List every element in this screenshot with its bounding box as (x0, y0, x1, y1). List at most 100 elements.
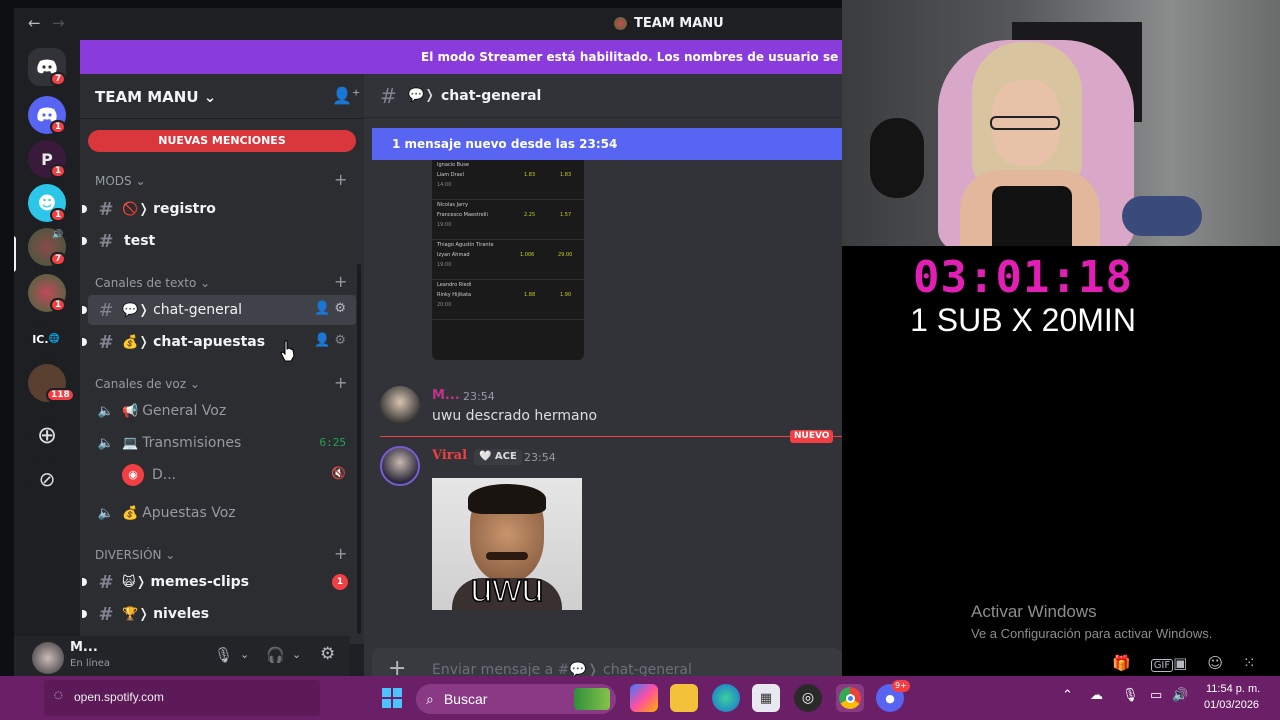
invite-settings-icons[interactable]: 👤⚙ (314, 301, 350, 316)
microphone-icon[interactable]: 🎙 (214, 646, 233, 664)
avatar[interactable] (380, 446, 420, 486)
player-name: Ignacio Buse (437, 162, 469, 168)
channel-test[interactable]: # test (82, 226, 356, 256)
category-voice-channels[interactable]: Canales de voz ⌄ (95, 377, 200, 391)
user-name[interactable]: M... (70, 640, 98, 655)
meme-image[interactable]: uwu (432, 478, 582, 610)
microsoft-store-icon[interactable]: ▦ (752, 684, 780, 712)
channel-registro[interactable]: # 🚫❭ registro (82, 194, 356, 224)
category-mods[interactable]: MODS ⌄ (95, 174, 146, 188)
edge-browser-icon[interactable] (712, 684, 740, 712)
match-time: 14:00 (437, 182, 452, 188)
hash-icon: # (98, 331, 114, 353)
new-messages-bar[interactable]: 1 mensaje nuevo desde las 23:54 (372, 128, 842, 160)
avatar[interactable] (380, 386, 420, 426)
explore-compass-icon[interactable]: ⊘ (28, 460, 66, 498)
channel-label: chat-apuestas (153, 334, 266, 350)
clock-date[interactable]: 01/03/2026 (1204, 699, 1259, 711)
file-explorer-icon[interactable] (670, 684, 698, 712)
sidebar-scrollbar[interactable] (357, 264, 361, 634)
spotify-url: open.spotify.com (74, 690, 164, 704)
gif-icon[interactable]: GIF (1150, 659, 1174, 672)
add-channel-icon[interactable]: + (334, 272, 347, 291)
channel-chat-apuestas[interactable]: # 💰❭ chat-apuestas 👤⚙ (82, 327, 356, 357)
spotify-thumbnail[interactable]: ◌ open.spotify.com (44, 680, 320, 716)
invite-people-icon[interactable]: 👤⁺ (332, 86, 360, 105)
category-text-channels[interactable]: Canales de texto ⌄ (95, 276, 210, 290)
ic-server-icon[interactable]: IC. 🌐 (24, 320, 68, 358)
bed-blanket (1122, 196, 1202, 236)
top-shape (992, 186, 1072, 246)
category-diversion[interactable]: DIVERSIÓN ⌄ (95, 548, 175, 562)
add-channel-icon[interactable]: + (334, 373, 347, 392)
obs-icon[interactable]: ◎ (794, 684, 822, 712)
player-name: Izyan Ahmad (437, 252, 470, 258)
network-icon[interactable]: ▭ (1150, 688, 1162, 703)
chevron-down-icon[interactable]: ⌄ (240, 648, 249, 661)
channel-emoji: 💰 (122, 505, 139, 521)
voice-participant[interactable]: ◉ D... 🔇 (88, 460, 356, 490)
voice-channel-apuestas[interactable]: 🔈 💰 Apuestas Voz (88, 498, 356, 528)
add-server-icon[interactable]: ⊕ (28, 416, 66, 454)
clock-time[interactable]: 11:54 p. m. (1206, 683, 1260, 695)
add-channel-icon[interactable]: + (334, 544, 347, 563)
hash-icon: # (98, 198, 114, 220)
smile-server-icon[interactable]: ☻ 1 (28, 184, 67, 222)
search-highlight-image (574, 688, 610, 710)
mouse-cursor-icon (280, 340, 295, 362)
cloud-icon[interactable]: ☁ (1090, 688, 1103, 703)
message-composer[interactable]: + Enviar mensaje a #💬❭ chat-general (372, 648, 842, 676)
apps-icon[interactable]: ⁙ (1243, 654, 1276, 672)
attach-plus-icon[interactable]: + (388, 656, 406, 676)
headphones-icon[interactable]: 🎧 (266, 646, 285, 664)
discord-home-icon[interactable]: 7 (28, 48, 67, 86)
voice-channel-general[interactable]: 🔈 📢 General Voz (88, 396, 356, 426)
betting-odds-image[interactable]: Ignacio Buse Liam Draxl 14:00 1.83 1.83 … (432, 160, 584, 360)
new-mentions-button[interactable]: NUEVAS MENCIONES (88, 130, 356, 152)
p-server-icon[interactable]: P 1 (28, 140, 67, 178)
unread-indicator (82, 237, 87, 245)
add-channel-icon[interactable]: + (334, 170, 347, 189)
hash-icon: # (98, 230, 114, 252)
settings-gear-icon[interactable]: ⚙ (320, 644, 335, 664)
message-author[interactable]: M... (432, 388, 460, 403)
gift-icon[interactable]: 🎁 (1112, 654, 1151, 672)
message-author[interactable]: Viral (432, 448, 467, 463)
channel-memes-clips[interactable]: # 🙀❭ memes-clips 1 (82, 567, 356, 597)
server-name[interactable]: TEAM MANU ⌄ (95, 88, 216, 106)
microphone-icon[interactable]: 🎙 (1122, 688, 1139, 703)
start-button[interactable] (378, 684, 406, 712)
chevron-up-icon[interactable]: ⌃ (1062, 688, 1073, 703)
channel-niveles[interactable]: # 🏆❭ niveles (82, 599, 356, 629)
server-badge: 1 (50, 208, 67, 222)
server-globe-icon[interactable]: 1 (28, 274, 67, 312)
copilot-icon[interactable] (630, 684, 658, 712)
team-manu-server-icon[interactable]: 🔊 7 (28, 228, 67, 266)
unread-indicator (82, 610, 87, 618)
channel-label: niveles (153, 606, 210, 622)
webcam-feed (842, 0, 1280, 246)
folder-server-icon[interactable]: 118 (28, 364, 75, 402)
emoji-icon[interactable]: ☺ (1207, 654, 1243, 672)
chrome-icon[interactable] (836, 684, 864, 712)
windows-taskbar: ◌ open.spotify.com ⌕ Buscar ▦ ◎ ● 9+ ⌃ ☁… (0, 676, 1280, 720)
user-avatar[interactable] (32, 642, 64, 674)
taskbar-search[interactable]: ⌕ Buscar (416, 684, 616, 714)
forward-arrow-icon[interactable]: → (52, 14, 65, 32)
sticker-icon[interactable]: ▣ (1173, 654, 1207, 672)
invite-settings-icons[interactable]: 👤⚙ (314, 333, 350, 348)
voice-channel-transmisiones[interactable]: 🔈 💻 Transmisiones 6:25 (88, 428, 356, 458)
odd-value: 1.88 (524, 292, 536, 298)
channel-label: General Voz (142, 403, 227, 419)
back-arrow-icon[interactable]: ← (28, 14, 41, 32)
composer-tools[interactable]: 🎁 GIF ▣☺⁙ (1112, 654, 1276, 672)
discord-logo-icon[interactable]: 1 (28, 96, 67, 134)
channel-label: chat-general (153, 302, 242, 318)
composer-placeholder[interactable]: Enviar mensaje a #💬❭ chat-general (432, 662, 692, 676)
chevron-down-icon[interactable]: ⌄ (292, 648, 301, 661)
discord-taskbar-icon[interactable]: ● 9+ (876, 680, 910, 712)
volume-icon[interactable]: 🔊 (1172, 688, 1188, 703)
channel-chat-general[interactable]: # 💬❭ chat-general 👤⚙ (82, 295, 356, 325)
glasses-shape (990, 116, 1060, 130)
mention-badge: 1 (332, 574, 348, 590)
